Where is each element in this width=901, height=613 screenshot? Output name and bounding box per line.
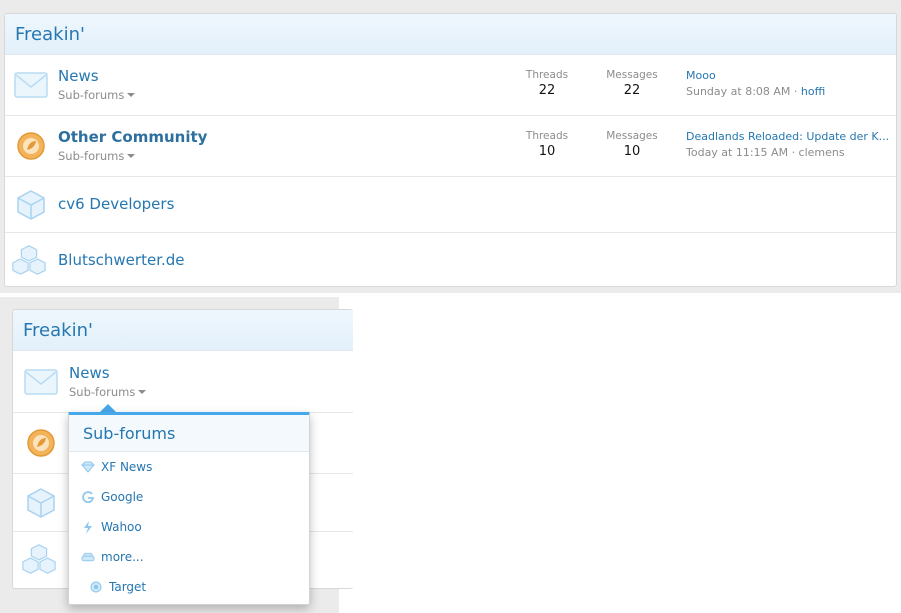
forum-title[interactable]: cv6 Developers	[58, 195, 174, 213]
threads-stat: Threads 10	[525, 130, 569, 159]
last-post-meta: Today at 11:15 AM · clemens	[686, 146, 845, 159]
section-title[interactable]: Freakin'	[23, 320, 93, 341]
last-post: Mooo Sunday at 8:08 AM · hoffi	[686, 68, 896, 100]
caret-down-icon	[138, 390, 147, 394]
menu-item-more[interactable]: more...	[69, 542, 309, 572]
subforums-toggle[interactable]: Sub-forums	[58, 148, 207, 164]
menu-item-wahoo[interactable]: Wahoo	[69, 512, 309, 542]
forum-row-blutschwerter: Blutschwerter.de	[5, 233, 896, 286]
section-title[interactable]: Freakin'	[15, 24, 85, 45]
section-header[interactable]: Freakin'	[13, 310, 353, 351]
caret-down-icon	[127, 154, 136, 158]
cube-icon	[13, 188, 49, 222]
last-post-user[interactable]: hoffi	[801, 85, 825, 98]
diamond-icon	[81, 460, 95, 474]
stacked-cubes-icon	[11, 243, 47, 277]
subforums-toggle[interactable]: Sub-forums	[58, 87, 136, 103]
envelope-icon	[23, 365, 59, 399]
menu-arrow	[100, 404, 116, 412]
menu-item-target[interactable]: Target	[69, 572, 309, 602]
menu-header: Sub-forums	[69, 415, 309, 452]
target-icon	[89, 580, 103, 594]
last-post: Deadlands Reloaded: Update der K... Toda…	[686, 129, 896, 161]
forum-title[interactable]: News	[69, 364, 146, 382]
bolt-icon	[81, 520, 95, 534]
threads-stat: Threads 22	[525, 69, 569, 98]
messages-stat: Messages 22	[606, 69, 658, 98]
last-post-title[interactable]: Deadlands Reloaded: Update der K...	[686, 129, 896, 145]
subforums-toggle[interactable]: Sub-forums	[69, 384, 147, 400]
orange-leaf-badge-icon	[13, 129, 49, 163]
forum-row-cv6-developers: cv6 Developers	[5, 177, 896, 233]
forum-title[interactable]: Blutschwerter.de	[58, 251, 185, 269]
caret-down-icon	[127, 93, 136, 97]
section-header[interactable]: Freakin'	[5, 14, 896, 55]
menu-item-label: more...	[101, 550, 144, 564]
menu-item-label: XF News	[101, 460, 153, 474]
cube-icon	[23, 486, 59, 520]
couch-icon	[81, 550, 95, 564]
menu-item-label: Google	[101, 490, 144, 504]
last-post-title[interactable]: Mooo	[686, 68, 896, 84]
stacked-cubes-icon	[21, 542, 57, 576]
orange-leaf-badge-icon	[23, 426, 59, 460]
forum-row-news: News Sub-forums	[13, 351, 353, 413]
messages-stat: Messages 10	[606, 130, 658, 159]
forum-title[interactable]: News	[58, 67, 135, 85]
google-icon	[81, 490, 95, 504]
menu-item-google[interactable]: Google	[69, 482, 309, 512]
menu-item-label: Wahoo	[101, 520, 142, 534]
forum-block-top: Freakin' News Sub-forums Threads 22 Mess…	[4, 13, 897, 287]
forum-title[interactable]: Other Community	[58, 128, 207, 146]
menu-item-xf-news[interactable]: XF News	[69, 452, 309, 482]
forum-row-news: News Sub-forums Threads 22 Messages 22 M…	[5, 55, 896, 116]
menu-item-label: Target	[109, 580, 147, 594]
subforums-menu: Sub-forums XF News Google Wahoo more... …	[68, 412, 310, 605]
envelope-icon	[13, 68, 49, 102]
forum-row-other-community: Other Community Sub-forums Threads 10 Me…	[5, 116, 896, 177]
